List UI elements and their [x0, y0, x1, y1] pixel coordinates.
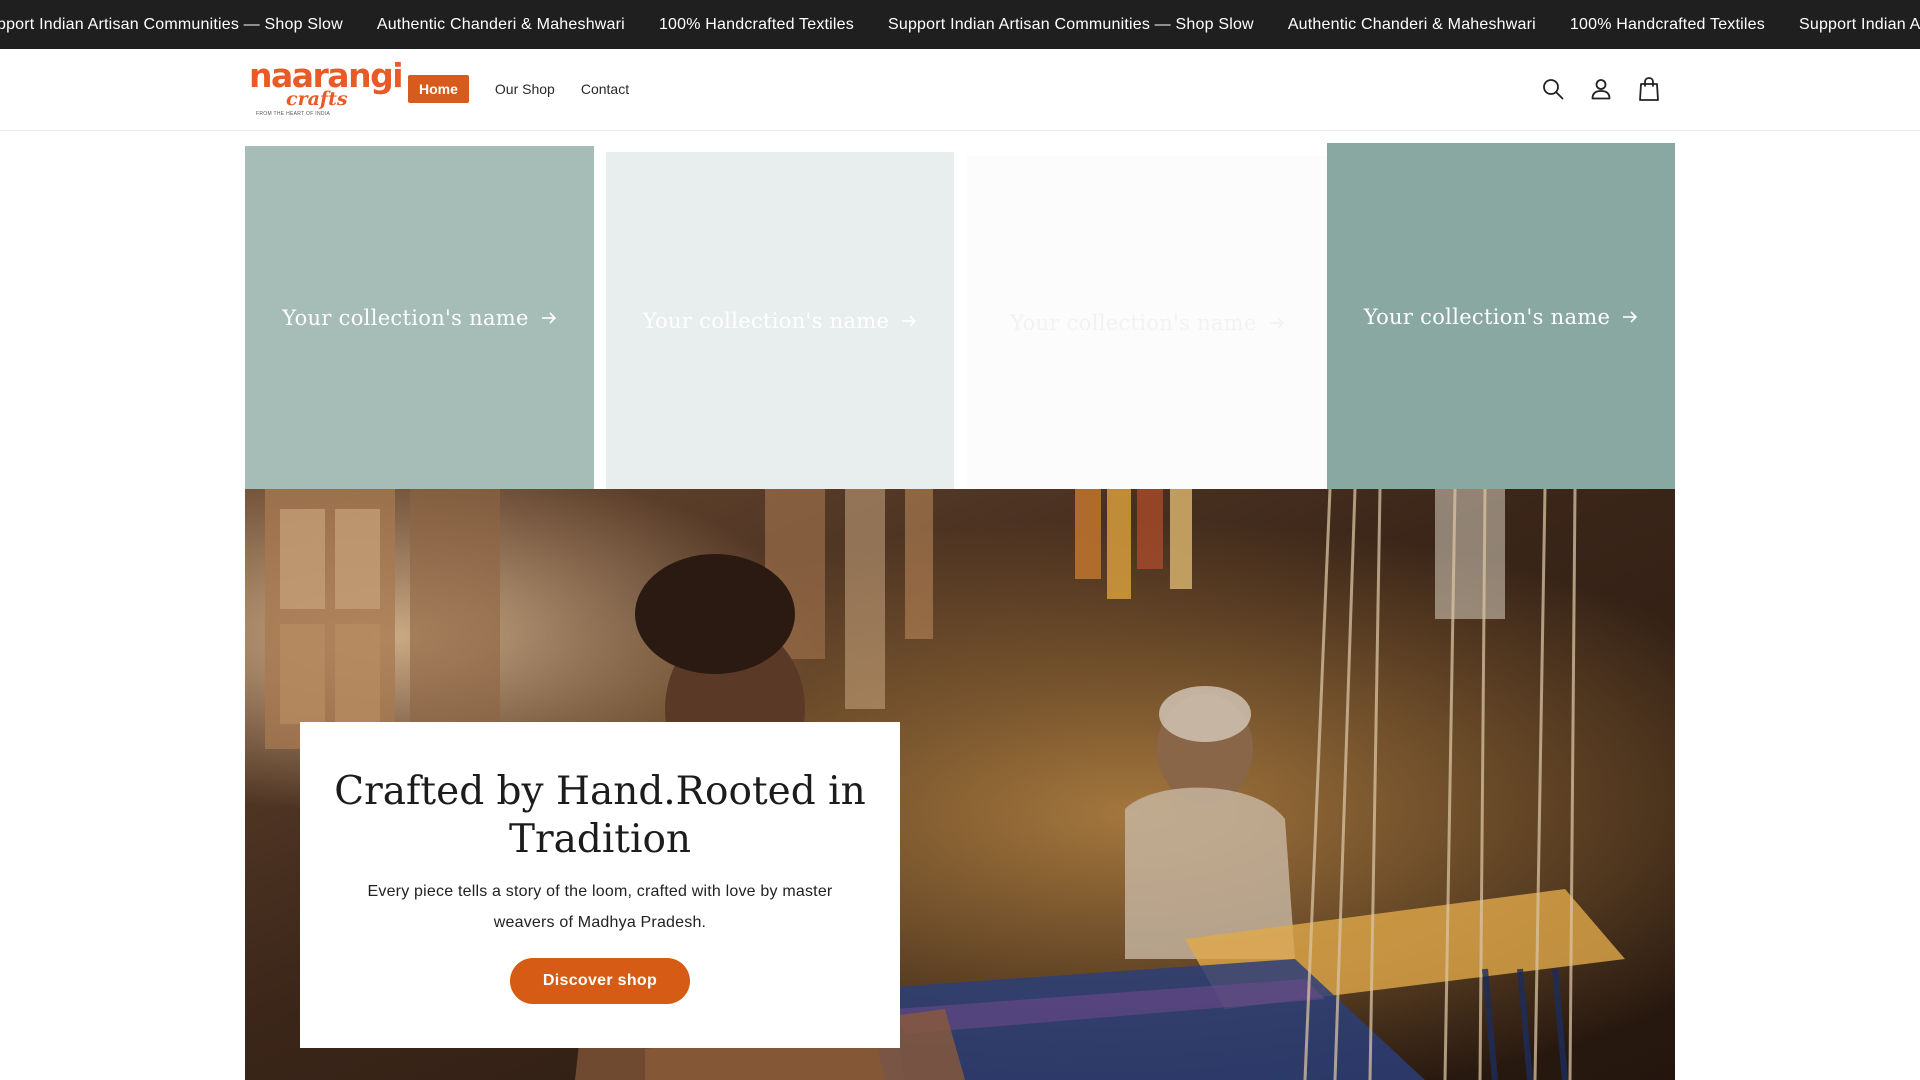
- discover-shop-button[interactable]: Discover shop: [509, 958, 691, 1004]
- announcement-item: Support Indian Artisan Communities — Sho…: [887, 15, 1254, 33]
- announcement-bar: Support Indian Artisan Communities — Sho…: [0, 0, 1920, 49]
- logo-subtitle: crafts: [286, 88, 348, 110]
- collection-card-label: Your collection's name: [1364, 305, 1638, 329]
- collection-name: Your collection's name: [282, 306, 529, 330]
- header-icons: [1540, 73, 1662, 105]
- collection-name: Your collection's name: [1010, 311, 1257, 335]
- site-header: naarangi crafts FROM THE HEART OF INDIA …: [0, 49, 1920, 131]
- announcement-item: Authentic Chanderi & Maheshwari: [376, 15, 625, 33]
- collection-card[interactable]: Your collection's name: [1327, 143, 1675, 490]
- account-icon[interactable]: [1588, 73, 1614, 105]
- announcement-item: Support Indian Artisan Communities — Sho…: [0, 15, 343, 33]
- hero-description: Every piece tells a story of the loom, c…: [367, 883, 833, 931]
- announcement-item: Authentic Chanderi & Maheshwari: [1287, 15, 1536, 33]
- cart-icon[interactable]: [1636, 73, 1662, 105]
- arrow-right-icon: [1269, 311, 1285, 335]
- announcement-track: Support Indian Artisan Communities — Sho…: [0, 0, 1920, 49]
- collection-name: Your collection's name: [642, 309, 890, 333]
- hero-title: Crafted by Hand.Rooted in Tradition: [334, 769, 866, 862]
- collection-card[interactable]: Your collection's name: [967, 156, 1328, 490]
- collection-card-label: Your collection's name: [643, 309, 917, 333]
- announcement-item: 100% Handcrafted Textiles: [1569, 15, 1765, 33]
- site-logo[interactable]: naarangi crafts FROM THE HEART OF INDIA: [246, 57, 404, 123]
- collection-card[interactable]: Your collection's name: [606, 152, 954, 490]
- search-icon[interactable]: [1540, 73, 1566, 105]
- announcement-item: 100% Handcrafted Textiles: [658, 15, 854, 33]
- collection-name: Your collection's name: [1363, 304, 1611, 329]
- nav-contact[interactable]: Contact: [570, 75, 640, 103]
- nav-home[interactable]: Home: [408, 75, 469, 103]
- arrow-right-icon: [901, 309, 917, 333]
- arrow-right-icon: [1622, 305, 1638, 329]
- announcement-item: Support Indian Artisan Communities — Sho…: [1798, 15, 1920, 33]
- hero-content-box: Crafted by Hand.Rooted in Tradition Ever…: [300, 722, 900, 1048]
- nav-our-shop[interactable]: Our Shop: [484, 75, 566, 103]
- arrow-right-icon: [541, 306, 557, 330]
- logo-tagline: FROM THE HEART OF INDIA: [256, 111, 331, 117]
- main-nav: Home Our Shop Contact: [408, 75, 644, 103]
- collection-card[interactable]: Your collection's name: [245, 146, 594, 490]
- collection-card-label: Your collection's name: [1010, 311, 1284, 335]
- collection-card-label: Your collection's name: [282, 306, 556, 330]
